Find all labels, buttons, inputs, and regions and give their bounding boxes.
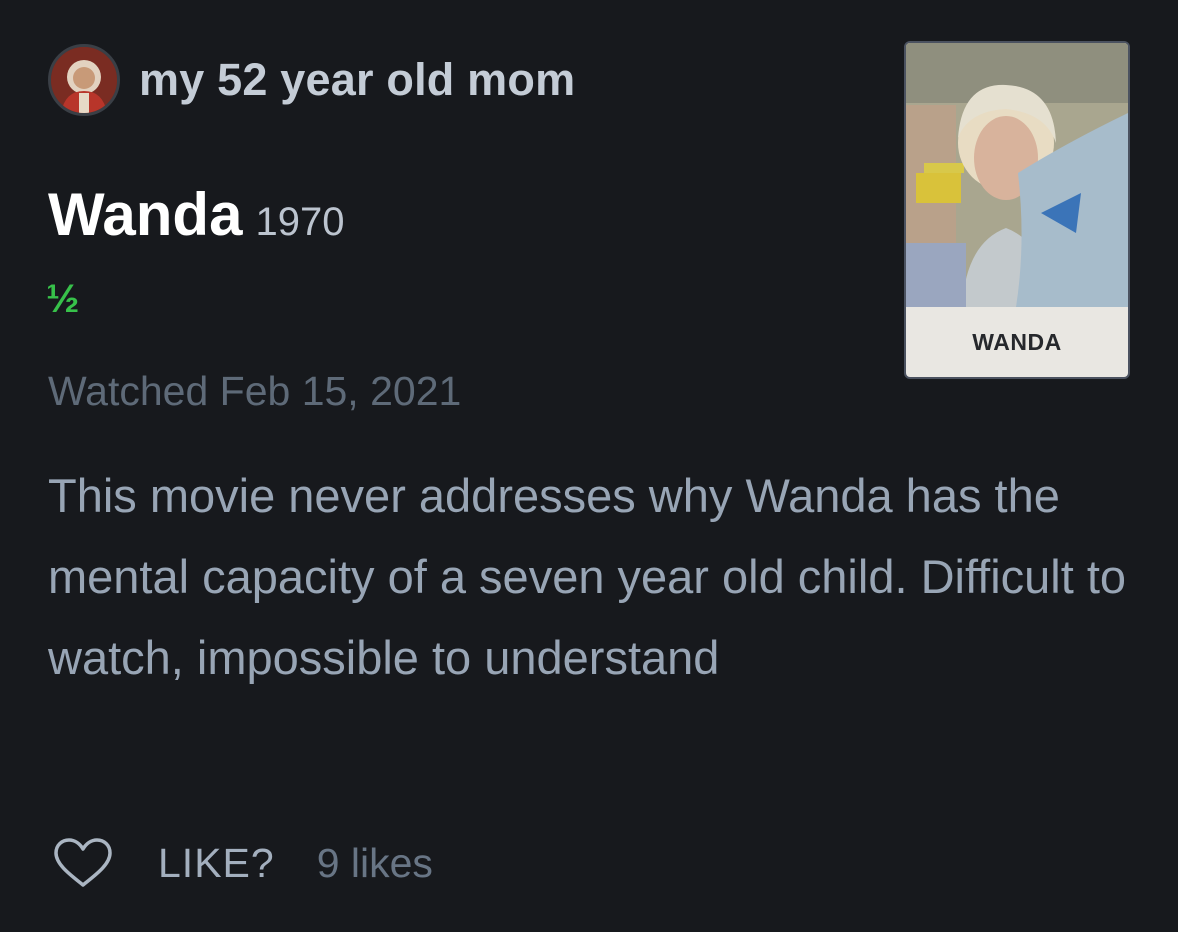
like-button[interactable]: LIKE? bbox=[158, 840, 275, 887]
star-rating: ½ bbox=[46, 277, 80, 321]
watched-date: Watched Feb 15, 2021 bbox=[48, 368, 462, 414]
likes-count[interactable]: 9 likes bbox=[317, 840, 433, 887]
review-text: This movie never addresses why Wanda has… bbox=[48, 469, 1127, 684]
poster-caption: WANDA bbox=[972, 328, 1062, 355]
heart-icon[interactable] bbox=[52, 837, 114, 889]
film-title[interactable]: Wanda bbox=[48, 180, 242, 249]
review-card: my 52 year old mom Wanda 1970 ½ Watched … bbox=[0, 0, 1178, 932]
review-actions: LIKE? 9 likes bbox=[52, 833, 433, 893]
poster-image bbox=[906, 43, 1128, 307]
review-author[interactable]: my 52 year old mom bbox=[48, 42, 575, 118]
author-name[interactable]: my 52 year old mom bbox=[139, 54, 575, 106]
avatar[interactable] bbox=[48, 44, 120, 116]
film-year[interactable]: 1970 bbox=[255, 200, 344, 245]
film-heading[interactable]: Wanda 1970 bbox=[48, 180, 344, 249]
film-poster[interactable]: WANDA bbox=[904, 41, 1130, 379]
